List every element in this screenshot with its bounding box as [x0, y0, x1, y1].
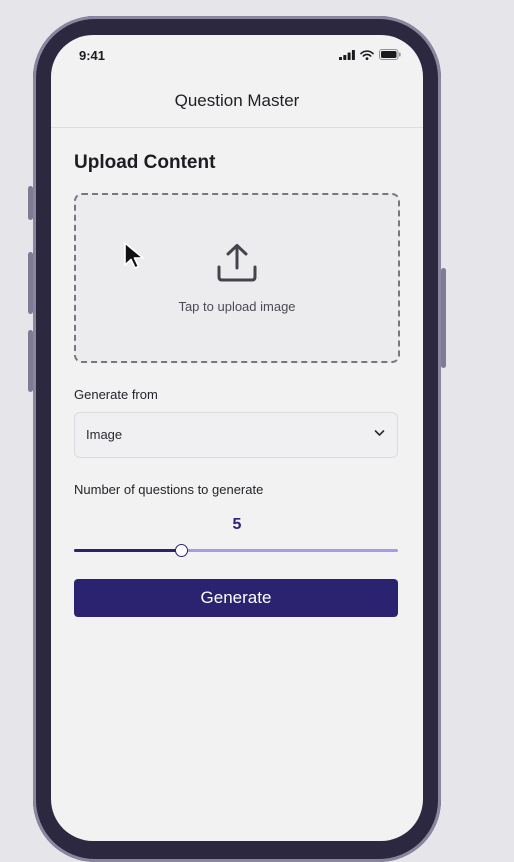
home-indicator-area [51, 811, 423, 841]
page-title: Question Master [174, 91, 300, 110]
upload-image-area[interactable]: Tap to upload image [74, 193, 400, 363]
chevron-down-icon [374, 430, 385, 436]
upload-icon [217, 244, 257, 282]
cellular-signal-icon [339, 49, 355, 60]
question-count-value: 5 [232, 516, 242, 533]
volume-up-button [28, 252, 33, 314]
battery-icon [379, 49, 401, 60]
source-select[interactable]: Image [74, 412, 398, 458]
volume-down-button [28, 330, 33, 392]
question-count-label: Number of questions to generate [74, 482, 264, 497]
wifi-icon [360, 49, 374, 60]
phone-screen: 9:41 Question Master Upload Content Tap … [51, 35, 423, 841]
status-bar: 9:41 [51, 35, 423, 75]
question-count-slider[interactable] [74, 543, 398, 559]
status-icons [339, 49, 401, 60]
upload-section-title: Upload Content [74, 152, 216, 173]
mouse-pointer-icon [124, 242, 144, 269]
upload-label: Tap to upload image [178, 299, 296, 314]
slider-fill [74, 549, 181, 552]
slider-thumb[interactable] [174, 544, 188, 557]
source-select-label: Generate from [74, 387, 158, 402]
generate-button[interactable]: Generate [74, 579, 398, 617]
header-divider [51, 127, 423, 128]
mute-switch [28, 186, 33, 220]
power-button [441, 268, 446, 368]
status-time: 9:41 [79, 48, 106, 63]
source-select-value: Image [86, 427, 123, 442]
